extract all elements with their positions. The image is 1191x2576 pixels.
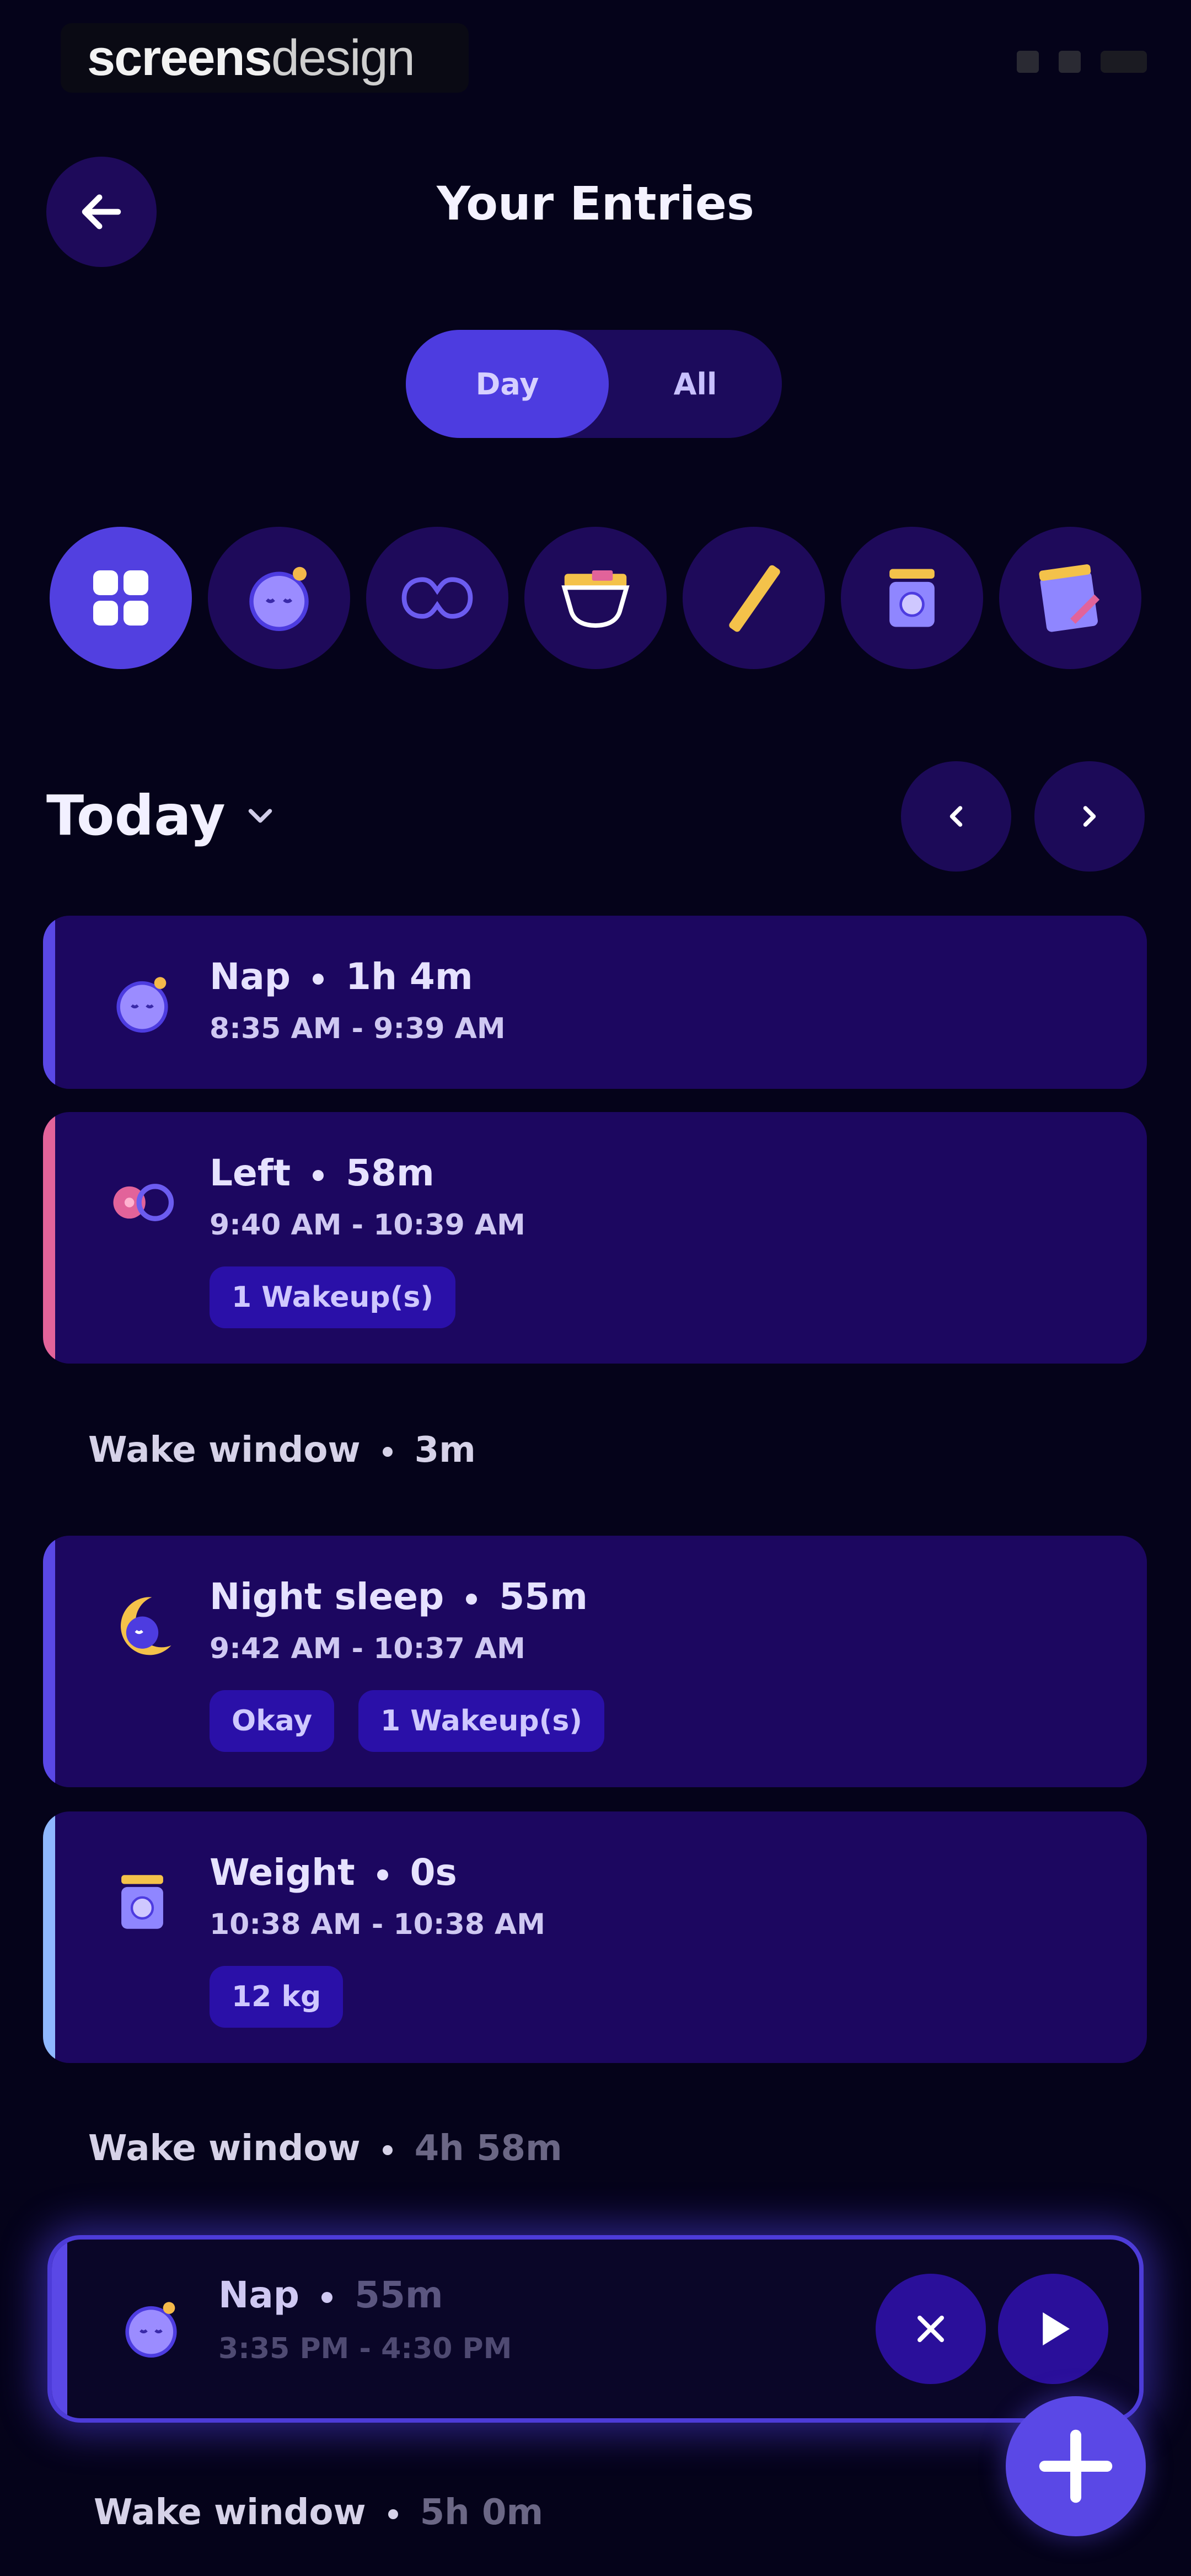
scale-icon [121, 1875, 163, 1929]
wifi-icon [1059, 51, 1081, 73]
category-sleep-button[interactable] [208, 527, 350, 669]
segment-all[interactable]: All [609, 330, 782, 438]
wake-window-row: Wake window 3m [88, 1430, 476, 1471]
category-feeding-button[interactable] [366, 527, 508, 669]
chevron-down-icon [248, 808, 272, 823]
separator-dot [321, 2291, 333, 2303]
active-entry-card[interactable]: Nap 55m 3:35 PM - 4:30 PM [47, 2235, 1144, 2423]
separator-dot [313, 973, 324, 985]
entry-title: Left 58m [210, 1152, 434, 1194]
scale-icon [889, 569, 935, 627]
separator-dot [377, 1869, 388, 1880]
entry-duration: 55m [499, 1575, 588, 1618]
status-icons [1017, 51, 1147, 73]
entry-time: 3:35 PM - 4:30 PM [218, 2332, 512, 2365]
add-entry-button[interactable] [1006, 2396, 1146, 2536]
breast-left-icon [113, 1184, 174, 1221]
play-timer-button[interactable] [998, 2274, 1108, 2384]
diaper-icon [561, 570, 630, 628]
entry-title: Weight 0s [210, 1851, 457, 1894]
entry-duration: 1h 4m [346, 955, 473, 998]
separator-dot [382, 1447, 393, 1457]
day-all-toggle: Day All [406, 330, 782, 438]
page-title: Your Entries [437, 177, 754, 231]
entry-time: 9:42 AM - 10:37 AM [210, 1632, 525, 1665]
entry-time: 9:40 AM - 10:39 AM [210, 1209, 525, 1242]
separator-dot [466, 1593, 478, 1605]
separator-dot [313, 1169, 324, 1181]
entry-icon [104, 1863, 181, 1941]
grid-icon [93, 570, 148, 626]
entry-title: Night sleep 55m [210, 1575, 588, 1618]
entry-type: Nap [210, 955, 291, 998]
moon-face-icon [249, 566, 309, 631]
moon-face-icon [116, 977, 168, 1033]
entry-tag: 1 Wakeup(s) [210, 1266, 456, 1328]
wake-window-value: 4h 58m [414, 2128, 562, 2169]
entry-color-stripe [43, 1112, 55, 1364]
notepad-icon [1039, 564, 1100, 632]
plus-icon [1039, 2429, 1113, 2503]
entry-icon [104, 965, 181, 1043]
entry-icon [112, 2290, 190, 2367]
entry-type: Weight [210, 1851, 355, 1894]
entry-icon [104, 1164, 181, 1241]
entry-title: Nap 1h 4m [210, 955, 473, 998]
entry-duration: 55m [355, 2274, 443, 2316]
wake-window-label: Wake window [88, 1430, 361, 1471]
entry-type: Left [210, 1152, 291, 1194]
entry-card-night-sleep[interactable]: Night sleep 55m 9:42 AM - 10:37 AM Okay 1… [43, 1536, 1147, 1787]
wake-window-label: Wake window [94, 2492, 366, 2533]
wake-window-value: 5h 0m [420, 2492, 544, 2533]
entry-duration: 0s [410, 1851, 457, 1894]
chevron-left-icon [949, 806, 963, 827]
entry-color-stripe [52, 2240, 67, 2418]
wake-window-row: Wake window 5h 0m [94, 2492, 543, 2533]
entry-title: Nap 55m [218, 2274, 443, 2316]
entry-time: 8:35 AM - 9:39 AM [210, 1012, 506, 1045]
category-diaper-button[interactable] [524, 527, 667, 669]
crescent-moon-icon [121, 1597, 171, 1655]
close-icon [918, 2316, 944, 2342]
wake-window-row: Wake window 4h 58m [88, 2128, 562, 2169]
category-growth-button[interactable] [683, 527, 825, 669]
entry-type: Night sleep [210, 1575, 444, 1618]
chevron-right-icon [1083, 806, 1096, 827]
watermark-light: design [271, 29, 415, 86]
cancel-timer-button[interactable] [876, 2274, 986, 2384]
category-notes-button[interactable] [999, 527, 1141, 669]
entry-tag: 12 kg [210, 1966, 344, 2028]
moon-face-icon [125, 2302, 177, 2358]
entry-time: 10:38 AM - 10:38 AM [210, 1908, 546, 1941]
entry-card-weight[interactable]: Weight 0s 10:38 AM - 10:38 AM 12 kg [43, 1811, 1147, 2063]
segment-day[interactable]: Day [406, 330, 609, 438]
entry-type: Nap [218, 2274, 300, 2316]
breast-icon [401, 577, 473, 619]
wake-window-label: Wake window [88, 2128, 361, 2169]
entry-card-nap[interactable]: Nap 1h 4m 8:35 AM - 9:39 AM [43, 916, 1147, 1089]
entry-icon [104, 1588, 181, 1665]
entry-tag: 1 Wakeup(s) [358, 1690, 605, 1752]
separator-dot [388, 2509, 398, 2520]
watermark-logo: screens design [61, 23, 469, 93]
ruler-icon [729, 565, 780, 632]
category-all-button[interactable] [50, 527, 192, 669]
entry-color-stripe [43, 916, 55, 1089]
separator-dot [382, 2145, 393, 2156]
category-weight-button[interactable] [841, 527, 983, 669]
entry-tag: Okay [210, 1690, 335, 1752]
play-icon [1043, 2312, 1070, 2345]
entry-color-stripe [43, 1536, 55, 1787]
signal-icon [1017, 51, 1039, 73]
date-selector[interactable]: Today [46, 783, 280, 848]
date-label: Today [46, 783, 226, 848]
previous-day-button[interactable] [901, 761, 1011, 872]
entry-card-left-feeding[interactable]: Left 58m 9:40 AM - 10:39 AM 1 Wakeup(s) [43, 1112, 1147, 1364]
watermark-bold: screens [87, 29, 272, 86]
wake-window-value: 3m [414, 1430, 476, 1471]
entry-color-stripe [43, 1811, 55, 2063]
next-day-button[interactable] [1034, 761, 1145, 872]
entry-duration: 58m [346, 1152, 434, 1194]
battery-icon [1101, 51, 1147, 73]
